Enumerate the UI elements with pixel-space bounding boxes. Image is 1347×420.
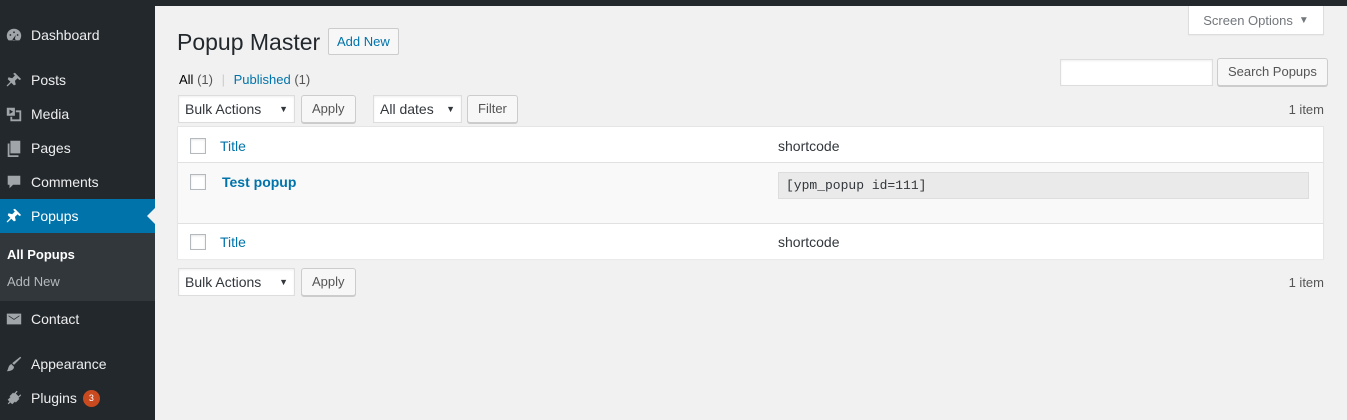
sidebar-item-label: Popups — [31, 208, 79, 224]
sidebar-item-popups[interactable]: Popups — [0, 199, 155, 233]
date-filter-value: All dates — [380, 101, 434, 117]
sidebar-item-comments[interactable]: Comments — [0, 165, 155, 199]
popups-submenu: All Popups Add New — [0, 233, 155, 301]
column-shortcode: shortcode — [778, 138, 840, 154]
filter-button[interactable]: Filter — [467, 95, 518, 123]
sidebar-item-label: Pages — [31, 140, 71, 156]
filter-separator: | — [221, 72, 225, 87]
add-new-button[interactable]: Add New — [328, 28, 399, 55]
column-title-sort[interactable]: Title — [220, 138, 246, 154]
chevron-down-icon: ▼ — [279, 277, 288, 287]
mail-icon — [4, 309, 24, 329]
bulk-actions-value: Bulk Actions — [185, 101, 262, 117]
sidebar-item-label: Contact — [31, 311, 80, 327]
bulk-actions-select-top[interactable]: Bulk Actions ▼ — [178, 95, 295, 123]
sidebar-item-media[interactable]: Media — [0, 97, 155, 131]
sidebar-item-label: Comments — [31, 174, 99, 190]
brush-icon — [4, 354, 24, 374]
table-footer: Title shortcode — [178, 223, 1323, 259]
sidebar-item-label: Media — [31, 106, 70, 122]
media-icon — [4, 104, 24, 124]
sidebar-item-label: Dashboard — [31, 27, 100, 43]
popups-table: Title shortcode Test popup [ypm_popup id… — [177, 126, 1324, 259]
filter-published-count: (1) — [294, 72, 311, 87]
select-all-checkbox[interactable] — [190, 138, 206, 154]
pin-icon — [4, 206, 24, 226]
apply-button-bottom[interactable]: Apply — [301, 268, 356, 296]
comment-icon — [4, 172, 24, 192]
item-count-bottom: 1 item — [1288, 275, 1324, 290]
admin-bar — [0, 0, 1347, 6]
bulk-actions-value: Bulk Actions — [185, 274, 262, 290]
submenu-item-add-new[interactable]: Add New — [7, 274, 60, 289]
admin-sidebar: Dashboard Posts Media Pages Comments Pop… — [0, 0, 155, 420]
select-all-checkbox-footer[interactable] — [190, 234, 206, 250]
column-title-sort-footer[interactable]: Title — [220, 234, 246, 250]
sidebar-item-label: Appearance — [31, 356, 107, 372]
shortcode-field[interactable]: [ypm_popup id=111] — [778, 172, 1309, 199]
search-popups-button[interactable]: Search Popups — [1217, 58, 1328, 86]
sidebar-item-plugins[interactable]: Plugins 3 — [0, 381, 155, 415]
filter-published[interactable]: Published — [234, 72, 291, 87]
bulk-actions-select-bottom[interactable]: Bulk Actions ▼ — [178, 268, 295, 296]
date-filter-select[interactable]: All dates ▼ — [373, 95, 462, 123]
sidebar-item-appearance[interactable]: Appearance — [0, 347, 155, 381]
row-title-link[interactable]: Test popup — [222, 174, 296, 190]
sidebar-item-pages[interactable]: Pages — [0, 131, 155, 165]
dashboard-icon — [4, 25, 24, 45]
filter-all-count: (1) — [197, 72, 213, 87]
chevron-down-icon: ▼ — [446, 104, 455, 114]
search-input[interactable] — [1060, 59, 1213, 86]
item-count-top: 1 item — [1288, 102, 1324, 117]
column-shortcode-footer: shortcode — [778, 234, 840, 250]
row-checkbox[interactable] — [190, 174, 206, 190]
sidebar-item-posts[interactable]: Posts — [0, 63, 155, 97]
sidebar-item-label: Plugins — [31, 390, 77, 406]
update-count-badge: 3 — [82, 389, 100, 407]
page-title: Popup Master — [177, 29, 321, 55]
pages-icon — [4, 138, 24, 158]
chevron-down-icon: ▼ — [279, 104, 288, 114]
sidebar-item-contact[interactable]: Contact — [0, 302, 155, 336]
screen-options-label: Screen Options — [1203, 12, 1293, 28]
caret-down-icon: ▼ — [1298, 14, 1309, 26]
sidebar-item-dashboard[interactable]: Dashboard — [0, 18, 155, 52]
apply-button-top[interactable]: Apply — [301, 95, 356, 123]
status-filters: All (1) | Published (1) — [179, 72, 310, 87]
pin-icon — [4, 70, 24, 90]
table-row: Test popup [ypm_popup id=111] — [178, 163, 1323, 223]
plugin-icon — [4, 388, 24, 408]
filter-all[interactable]: All — [179, 72, 193, 87]
sidebar-item-label: Posts — [31, 72, 67, 88]
table-header: Title shortcode — [178, 127, 1323, 163]
screen-options-toggle[interactable]: Screen Options ▼ — [1188, 6, 1324, 35]
submenu-item-all-popups[interactable]: All Popups — [7, 247, 75, 262]
